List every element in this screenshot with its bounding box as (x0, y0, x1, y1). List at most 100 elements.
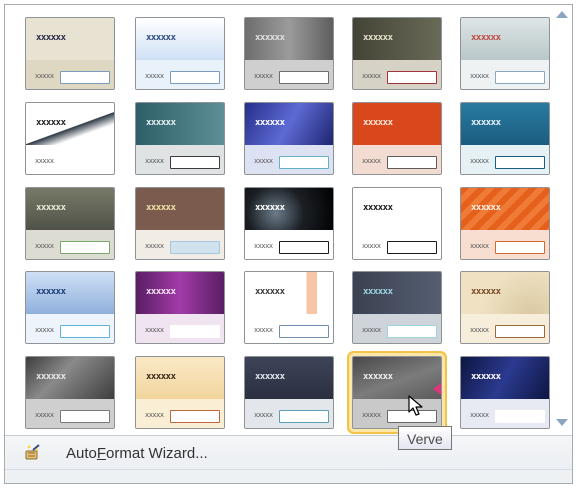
style-tile[interactable]: xxxxxx xxxxx (460, 271, 550, 344)
tile-label-sample: xxxxx (35, 326, 54, 334)
resize-grip[interactable] (5, 469, 572, 483)
style-tile[interactable]: xxxxxx xxxxx (25, 187, 115, 260)
tile-title-sample: xxxxxx (255, 287, 285, 297)
tile-field-sample (170, 156, 220, 169)
scroll-track[interactable] (557, 27, 567, 417)
tile-title-sample: xxxxxx (255, 372, 285, 382)
style-tile[interactable]: xxxxxx xxxxx (352, 271, 442, 344)
tile-title-sample: xxxxxx (255, 118, 285, 128)
tile-field-sample (387, 156, 437, 169)
tile-label-sample: xxxxx (254, 72, 273, 80)
tile-field-sample (387, 241, 437, 254)
tile-title-sample: xxxxxx (36, 118, 66, 128)
style-tile[interactable]: xxxxxx xxxxx (244, 187, 334, 260)
gallery-scrollbar[interactable] (553, 5, 572, 435)
autoformat-wizard-label[interactable]: AutoFormat Wizard... (66, 445, 208, 462)
tile-field-sample (279, 325, 329, 338)
autoformat-wizard-row[interactable]: AutoFormat Wizard... (5, 435, 572, 469)
tile-title-sample: xxxxxx (363, 33, 393, 43)
style-tile[interactable]: xxxxxx xxxxx (460, 187, 550, 260)
tile-title-sample: xxxxxx (471, 287, 501, 297)
style-tile[interactable]: xxxxxx xxxxx (460, 17, 550, 90)
tile-title-sample: xxxxxx (146, 118, 176, 128)
tile-label-sample: xxxxx (35, 411, 54, 419)
tile-title-sample: xxxxxx (363, 118, 393, 128)
style-tile[interactable]: xxxxxx xxxxx (135, 271, 225, 344)
tile-title-sample: xxxxxx (146, 203, 176, 213)
style-tile[interactable]: xxxxxx xxxxx (25, 17, 115, 90)
style-tile[interactable]: xxxxxx xxxxx (135, 17, 225, 90)
tile-field-sample (387, 325, 437, 338)
tile-field-sample (170, 410, 220, 423)
style-tooltip: Verve (398, 426, 452, 450)
wizard-label-pre: Auto (66, 445, 97, 462)
tile-field-sample (495, 71, 545, 84)
autoformat-gallery: xxxxxx xxxxx xxxxxx xxxxx xxxxxx xxxxx xxxxxx x… (4, 4, 573, 484)
tile-title-sample: xxxxxx (471, 372, 501, 382)
style-tile[interactable]: xxxxxx xxxxx (135, 102, 225, 175)
tile-title-sample: xxxxxx (36, 287, 66, 297)
tile-field-sample (170, 241, 220, 254)
tile-label-sample: xxxxx (145, 157, 164, 165)
tile-label-sample: xxxxx (470, 242, 489, 250)
style-tile[interactable]: xxxxxx xxxxx (460, 102, 550, 175)
style-tile[interactable]: xxxxxx xxxxx (244, 271, 334, 344)
tile-label-sample: xxxxx (470, 157, 489, 165)
tile-label-sample: xxxxx (362, 242, 381, 250)
tile-field-sample (60, 71, 110, 84)
tile-field-sample (279, 410, 329, 423)
tile-title-sample: xxxxxx (255, 33, 285, 43)
style-tile[interactable]: xxxxxx xxxxx (352, 102, 442, 175)
scroll-up-icon[interactable] (556, 11, 568, 18)
style-tile[interactable]: xxxxxx xxxxx (135, 187, 225, 260)
style-tile[interactable]: xxxxxx xxxxx (352, 187, 442, 260)
tile-label-sample: xxxxx (35, 242, 54, 250)
tile-title-sample: xxxxxx (146, 287, 176, 297)
tile-title-sample: xxxxxx (36, 33, 66, 43)
tile-label-sample: xxxxx (254, 157, 273, 165)
style-tile[interactable]: xxxxxx xxxxx (25, 271, 115, 344)
style-tile[interactable]: xxxxxx xxxxx (352, 17, 442, 90)
wizard-label-post: ormat Wizard... (106, 445, 208, 462)
tile-field-sample (60, 241, 110, 254)
style-tile[interactable]: xxxxxx xxxxx (244, 102, 334, 175)
tile-field-sample (495, 156, 545, 169)
tile-field-sample (387, 71, 437, 84)
tile-title-sample: xxxxxx (471, 203, 501, 213)
scroll-down-icon[interactable] (556, 419, 568, 426)
tile-field-sample (60, 325, 110, 338)
tile-field-sample (60, 156, 110, 169)
style-tile[interactable]: xxxxxx xxxxx (244, 17, 334, 90)
style-tile[interactable]: xxxxxx xxxxx (25, 356, 115, 429)
tile-label-sample: xxxxx (145, 411, 164, 419)
tile-label-sample: xxxxx (254, 242, 273, 250)
tile-title-sample: xxxxxx (363, 372, 393, 382)
style-tile-verve[interactable]: xxxxxx xxxxx (347, 351, 447, 434)
tile-title-sample: xxxxxx (471, 33, 501, 43)
tile-label-sample: xxxxx (254, 326, 273, 334)
tile-field-sample (279, 156, 329, 169)
tile-title-sample: xxxxxx (36, 203, 66, 213)
style-tile[interactable]: xxxxxx xxxxx (460, 356, 550, 429)
tile-label-sample: xxxxx (362, 157, 381, 165)
tile-label-sample: xxxxx (254, 411, 273, 419)
tile-field-sample (170, 71, 220, 84)
wand-icon (25, 444, 40, 460)
tile-field-sample (495, 410, 545, 423)
wizard-label-accelerator: F (96, 445, 107, 462)
style-grid: xxxxxx xxxxx xxxxxx xxxxx xxxxxx xxxxx xxxxxx x… (5, 5, 553, 435)
tile-title-sample: xxxxxx (146, 372, 176, 382)
tile-field-sample (279, 241, 329, 254)
tile-title-sample: xxxxxx (146, 33, 176, 43)
style-tile[interactable]: xxxxxx xxxxx (135, 356, 225, 429)
tile-field-sample (60, 410, 110, 423)
style-tile[interactable]: xxxxxx xxxxx (25, 102, 115, 175)
tile-title-sample: xxxxxx (363, 287, 393, 297)
tile-label-sample: xxxxx (145, 242, 164, 250)
tile-label-sample: xxxxx (470, 72, 489, 80)
tile-title-sample: xxxxxx (255, 203, 285, 213)
tile-label-sample: xxxxx (362, 411, 381, 419)
tile-field-sample (495, 325, 545, 338)
tile-field-sample (279, 71, 329, 84)
style-tile[interactable]: xxxxxx xxxxx (244, 356, 334, 429)
